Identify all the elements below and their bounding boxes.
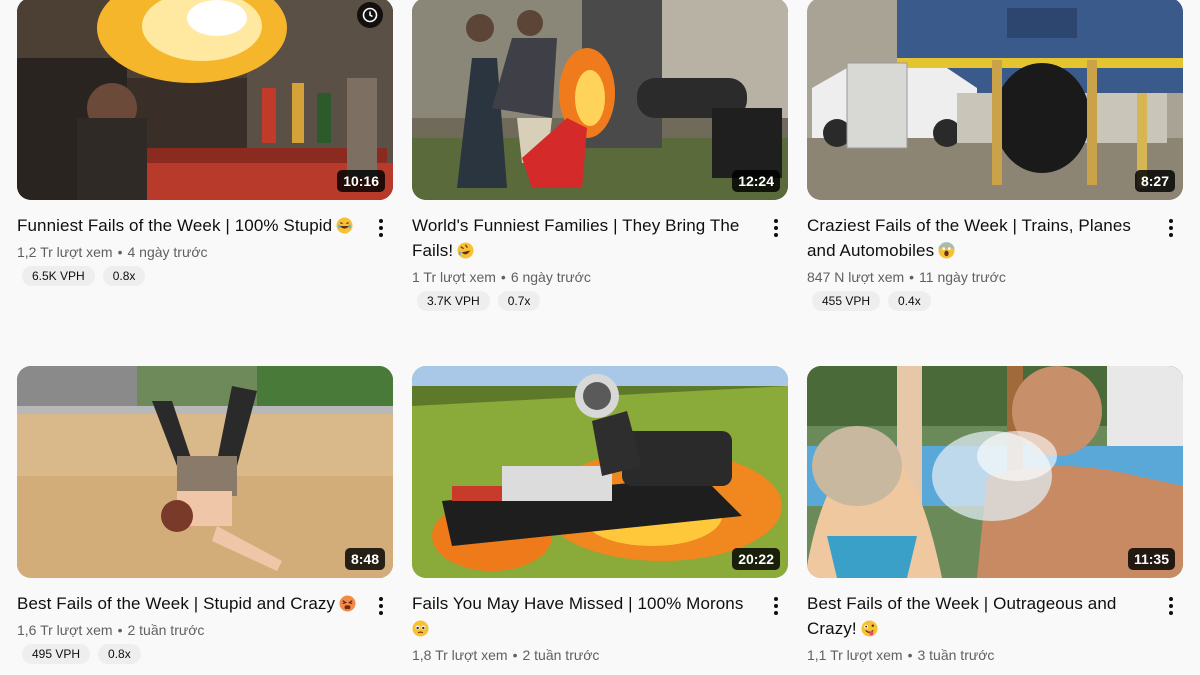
video-stats: 1,6 Tr lượt xem • 2 tuần trước [17, 619, 363, 641]
train-crash-thumbnail [807, 0, 1183, 200]
grill-fire-thumbnail [412, 0, 788, 200]
stat-chips: 6.5K VPH 0.8x [17, 266, 363, 286]
rofl-emoji [457, 242, 474, 259]
pool-splash-thumbnail [807, 366, 1183, 578]
more-options-icon[interactable] [1161, 215, 1181, 241]
separator: • [909, 269, 915, 285]
view-count: 1 Tr lượt xem [412, 269, 496, 285]
video-title-text[interactable]: Funniest Fails of the Week | 100% Stupid [17, 216, 332, 235]
more-options-icon[interactable] [1161, 593, 1181, 619]
video-stats: 1,2 Tr lượt xem • 4 ngày trước [17, 241, 363, 263]
video-title-text[interactable]: Fails You May Have Missed | 100% Morons [412, 594, 743, 613]
video-thumbnail[interactable]: 11:35 [807, 366, 1183, 578]
video-title-text[interactable]: Best Fails of the Week | Stupid and Craz… [17, 594, 335, 613]
pleading-emoji [412, 620, 429, 637]
ratio-chip: 0.8x [98, 644, 141, 664]
more-options-icon[interactable] [766, 215, 786, 241]
more-options-icon[interactable] [371, 215, 391, 241]
watch-later-icon[interactable] [357, 2, 383, 28]
duration-badge: 12:24 [732, 170, 780, 192]
duration-badge: 20:22 [732, 548, 780, 570]
view-count: 1,6 Tr lượt xem [17, 622, 113, 638]
upload-age: 3 tuần trước [917, 647, 995, 663]
duration-badge: 10:16 [337, 170, 385, 192]
separator: • [500, 269, 506, 285]
ramp-fall-thumbnail [17, 366, 393, 578]
video-thumbnail[interactable]: 8:48 [17, 366, 393, 578]
video-card[interactable]: 11:35 Best Fails of the Week | Outrageou… [807, 366, 1183, 666]
upload-age: 2 tuần trước [127, 622, 205, 638]
video-stats: 847 N lượt xem • 11 ngày trước [807, 266, 1153, 288]
separator: • [117, 622, 123, 638]
upload-age: 6 ngày trước [510, 269, 591, 285]
video-title-text[interactable]: Best Fails of the Week | Outrageous and … [807, 594, 1116, 638]
laugh-emoji [336, 217, 353, 234]
video-card[interactable]: 8:48 Best Fails of the Week | Stupid and… [17, 366, 393, 664]
video-thumbnail[interactable]: 20:22 [412, 366, 788, 578]
upload-age: 2 tuần trước [522, 647, 600, 663]
duration-badge: 11:35 [1127, 548, 1175, 570]
atv-fire-thumbnail [412, 366, 788, 578]
video-title[interactable]: Best Fails of the Week | Outrageous and … [807, 591, 1153, 641]
video-grid: 10:16 Funniest Fails of the Week | 100% … [0, 0, 1200, 675]
video-thumbnail[interactable]: 10:16 [17, 0, 393, 200]
stat-chips: 455 VPH 0.4x [807, 291, 1153, 311]
vph-chip: 3.7K VPH [417, 291, 490, 311]
video-stats: 1 Tr lượt xem • 6 ngày trước [412, 266, 758, 288]
more-options-icon[interactable] [371, 593, 391, 619]
ratio-chip: 0.4x [888, 291, 931, 311]
view-count: 1,1 Tr lượt xem [807, 647, 903, 663]
video-card[interactable]: 20:22 Fails You May Have Missed | 100% M… [412, 366, 788, 666]
video-thumbnail[interactable]: 8:27 [807, 0, 1183, 200]
stat-chips: 3.7K VPH 0.7x [412, 291, 758, 311]
view-count: 847 N lượt xem [807, 269, 905, 285]
vph-chip: 455 VPH [812, 291, 881, 311]
vph-chip: 6.5K VPH [22, 266, 95, 286]
vph-chip: 495 VPH [22, 644, 91, 664]
scream-emoji [938, 242, 956, 259]
video-stats: 1,8 Tr lượt xem • 2 tuần trước [412, 644, 758, 666]
separator: • [117, 244, 123, 260]
video-card[interactable]: 12:24 World's Funniest Families | They B… [412, 0, 788, 311]
video-title-text[interactable]: Craziest Fails of the Week | Trains, Pla… [807, 216, 1131, 260]
separator: • [512, 647, 518, 663]
duration-badge: 8:27 [1134, 170, 1175, 192]
view-count: 1,2 Tr lượt xem [17, 244, 113, 260]
stat-chips: 495 VPH 0.8x [17, 644, 363, 664]
video-title[interactable]: Craziest Fails of the Week | Trains, Pla… [807, 213, 1153, 263]
more-options-icon[interactable] [766, 593, 786, 619]
video-title[interactable]: World's Funniest Families | They Bring T… [412, 213, 758, 263]
video-title[interactable]: Fails You May Have Missed | 100% Morons [412, 591, 758, 641]
video-title[interactable]: Funniest Fails of the Week | 100% Stupid [17, 213, 363, 238]
zany-emoji [861, 620, 878, 637]
ratio-chip: 0.8x [102, 266, 146, 286]
fireball-thumbnail [17, 0, 393, 200]
video-stats: 1,1 Tr lượt xem • 3 tuần trước [807, 644, 1153, 666]
upload-age: 11 ngày trước [919, 269, 1006, 285]
view-count: 1,8 Tr lượt xem [412, 647, 508, 663]
separator: • [907, 647, 913, 663]
video-card[interactable]: 8:27 Craziest Fails of the Week | Trains… [807, 0, 1183, 311]
video-thumbnail[interactable]: 12:24 [412, 0, 788, 200]
tired-emoji [339, 595, 356, 612]
video-title[interactable]: Best Fails of the Week | Stupid and Craz… [17, 591, 363, 616]
upload-age: 4 ngày trước [127, 244, 208, 260]
duration-badge: 8:48 [344, 548, 385, 570]
ratio-chip: 0.7x [497, 291, 541, 311]
video-card[interactable]: 10:16 Funniest Fails of the Week | 100% … [17, 0, 393, 286]
